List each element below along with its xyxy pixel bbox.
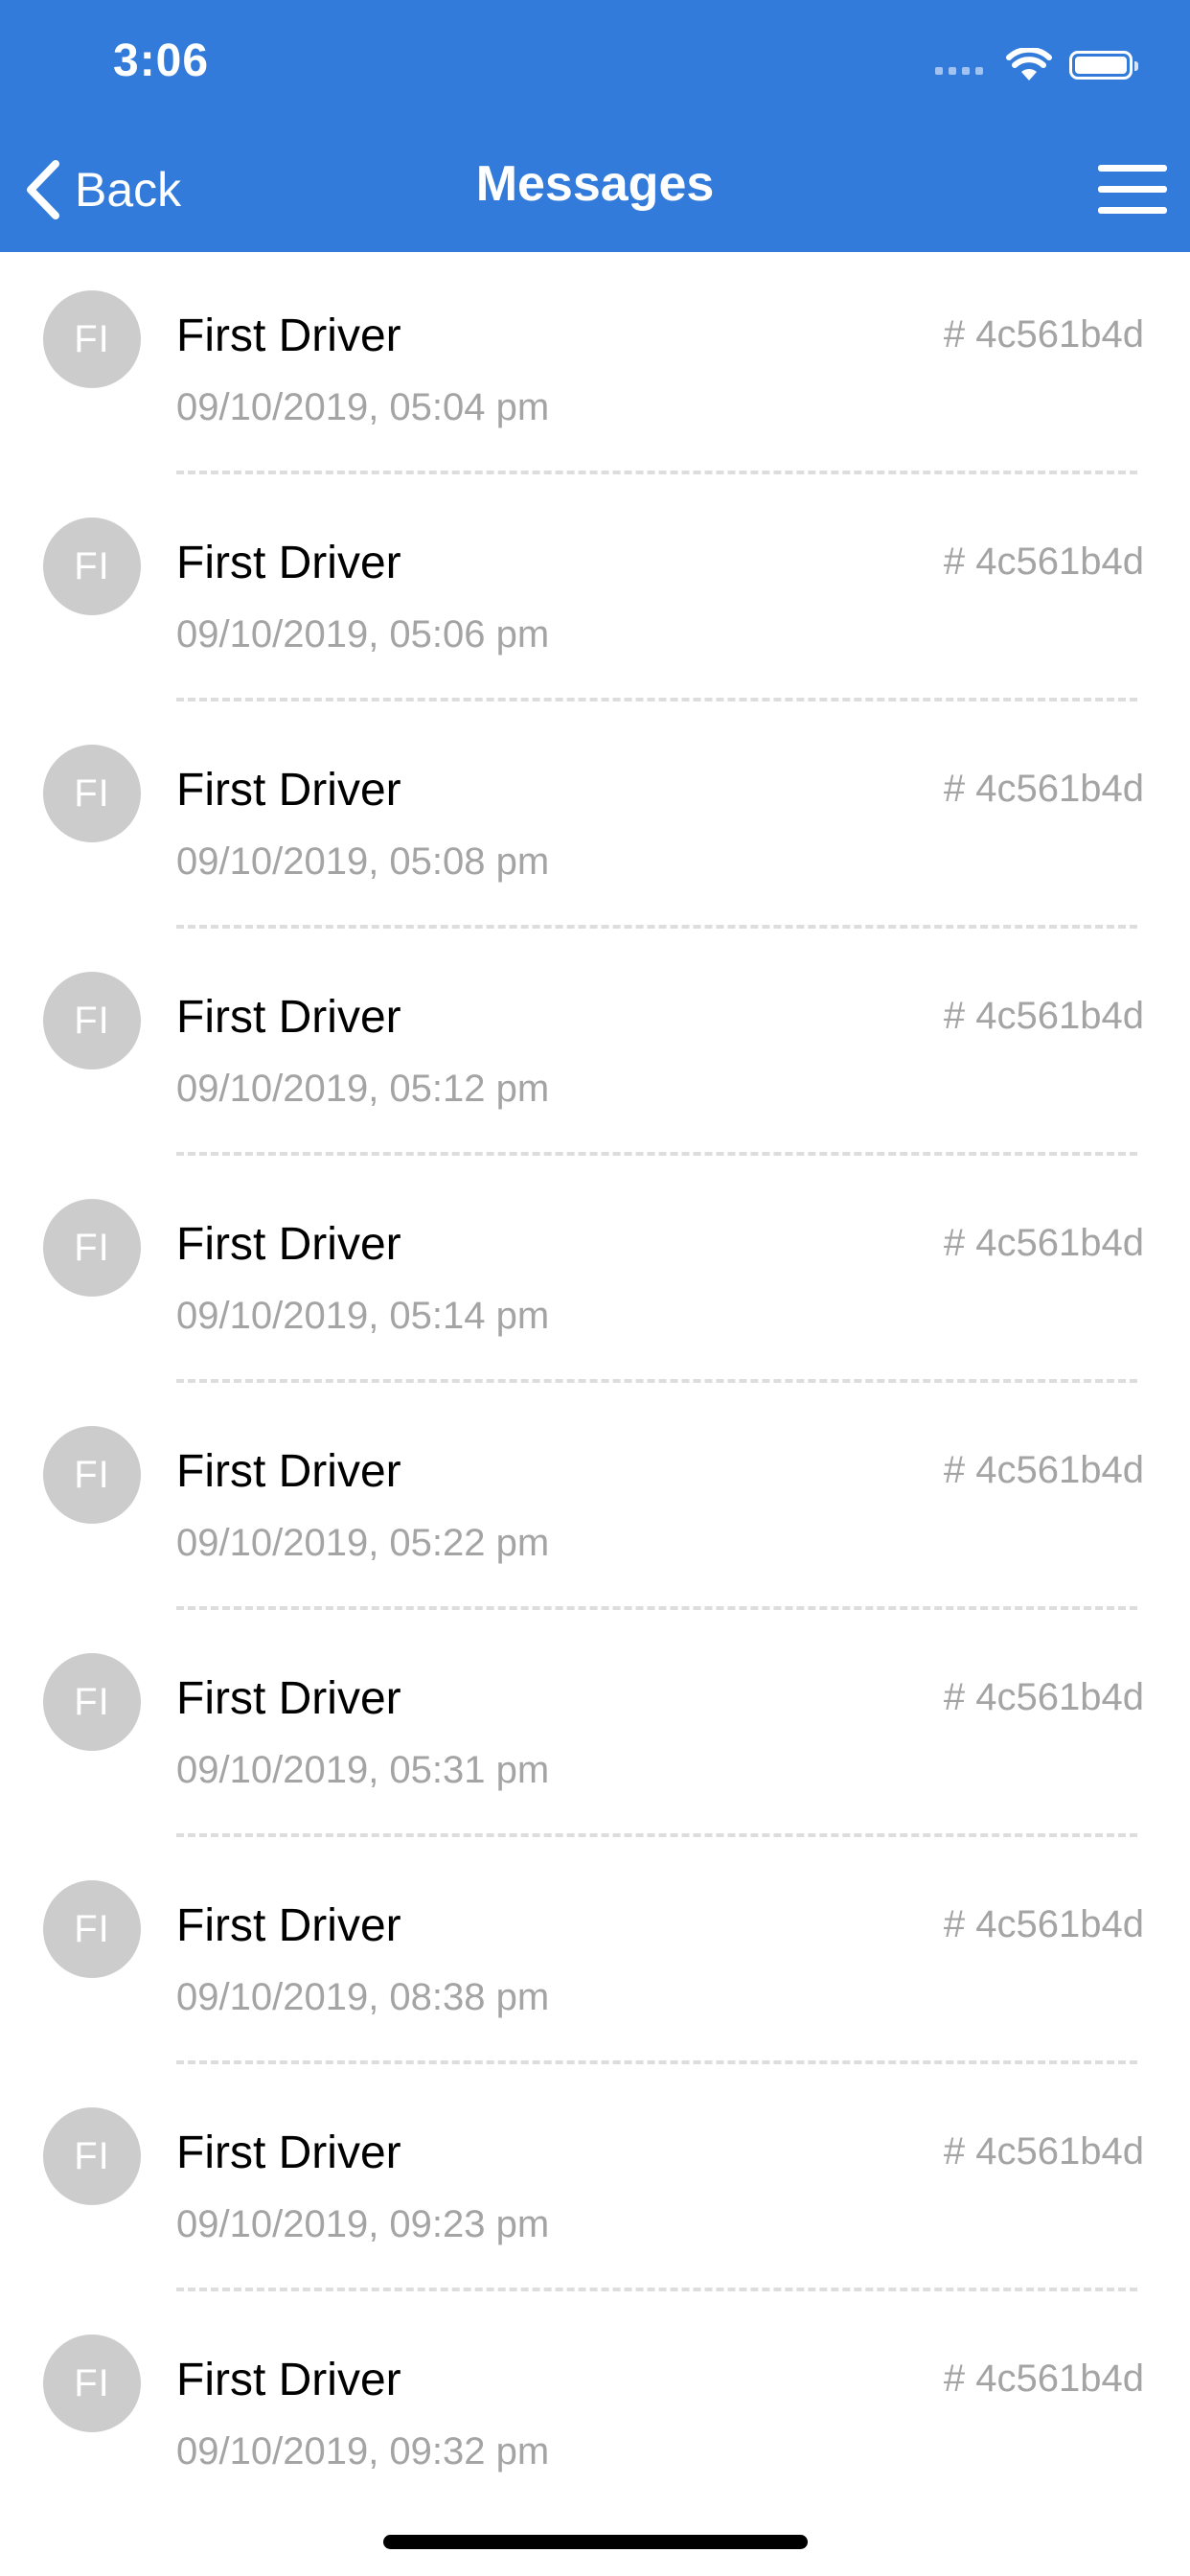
message-code: # 4c561b4d [943, 1676, 1144, 1718]
cellular-signal-icon [935, 56, 983, 75]
status-bar-indicators [935, 46, 1138, 84]
battery-icon [1069, 51, 1138, 80]
message-code: # 4c561b4d [943, 540, 1144, 583]
list-item[interactable]: FI First Driver 09/10/2019, 05:31 pm # 4… [0, 1615, 1190, 1842]
message-timestamp: 09/10/2019, 05:04 pm [176, 386, 550, 428]
sender-name: First Driver [176, 2128, 401, 2178]
page-title: Messages [475, 156, 715, 212]
message-timestamp: 09/10/2019, 08:38 pm [176, 1976, 550, 2018]
avatar: FI [43, 745, 141, 842]
list-item[interactable]: FI First Driver 09/10/2019, 09:23 pm # 4… [0, 2069, 1190, 2296]
avatar: FI [43, 1653, 141, 1751]
divider [176, 925, 1137, 929]
sender-name: First Driver [176, 992, 401, 1043]
sender-name: First Driver [176, 1673, 401, 1724]
message-code: # 4c561b4d [943, 1222, 1144, 1264]
avatar: FI [43, 290, 141, 388]
sender-name: First Driver [176, 1219, 401, 1270]
list-item[interactable]: FI First Driver 09/10/2019, 05:12 pm # 4… [0, 933, 1190, 1161]
message-timestamp: 09/10/2019, 05:12 pm [176, 1068, 550, 1110]
divider [176, 1379, 1137, 1383]
message-code: # 4c561b4d [943, 313, 1144, 356]
avatar: FI [43, 2334, 141, 2432]
list-item[interactable]: FI First Driver 09/10/2019, 05:04 pm # 4… [0, 252, 1190, 479]
message-code: # 4c561b4d [943, 2130, 1144, 2173]
message-code: # 4c561b4d [943, 1903, 1144, 1945]
status-bar-time: 3:06 [113, 35, 210, 86]
hamburger-menu-icon[interactable] [1098, 165, 1167, 215]
divider [176, 1606, 1137, 1610]
top-header: 3:06 Back Messages [0, 0, 1190, 252]
list-item[interactable]: FI First Driver 09/10/2019, 05:08 pm # 4… [0, 706, 1190, 933]
list-item[interactable]: FI First Driver 09/10/2019, 08:38 pm # 4… [0, 1842, 1190, 2069]
list-item[interactable]: FI First Driver 09/10/2019, 09:32 pm # 4… [0, 2296, 1190, 2523]
divider [176, 2060, 1137, 2064]
message-timestamp: 09/10/2019, 09:23 pm [176, 2203, 550, 2245]
message-timestamp: 09/10/2019, 09:32 pm [176, 2430, 550, 2472]
list-item[interactable]: FI First Driver 09/10/2019, 05:22 pm # 4… [0, 1388, 1190, 1615]
divider [176, 1152, 1137, 1156]
divider [176, 471, 1137, 474]
list-item[interactable]: FI First Driver 09/10/2019, 05:14 pm # 4… [0, 1161, 1190, 1388]
avatar: FI [43, 2107, 141, 2205]
avatar: FI [43, 972, 141, 1070]
avatar: FI [43, 1426, 141, 1524]
divider [176, 2288, 1137, 2291]
message-code: # 4c561b4d [943, 2358, 1144, 2400]
avatar: FI [43, 1199, 141, 1297]
sender-name: First Driver [176, 1900, 401, 1951]
message-timestamp: 09/10/2019, 05:06 pm [176, 613, 550, 656]
sender-name: First Driver [176, 765, 401, 816]
divider [176, 698, 1137, 702]
list-item[interactable]: FI First Driver 09/10/2019, 05:06 pm # 4… [0, 479, 1190, 706]
message-code: # 4c561b4d [943, 995, 1144, 1037]
sender-name: First Driver [176, 538, 401, 588]
message-code: # 4c561b4d [943, 1449, 1144, 1491]
avatar: FI [43, 518, 141, 615]
messages-list: FI First Driver 09/10/2019, 05:04 pm # 4… [0, 252, 1190, 2523]
sender-name: First Driver [176, 310, 401, 361]
avatar: FI [43, 1880, 141, 1978]
home-indicator[interactable] [383, 2535, 808, 2549]
divider [176, 1833, 1137, 1837]
message-timestamp: 09/10/2019, 05:08 pm [176, 840, 550, 883]
message-timestamp: 09/10/2019, 05:22 pm [176, 1522, 550, 1564]
sender-name: First Driver [176, 1446, 401, 1497]
message-timestamp: 09/10/2019, 05:14 pm [176, 1295, 550, 1337]
wifi-icon [1006, 48, 1052, 80]
message-timestamp: 09/10/2019, 05:31 pm [176, 1749, 550, 1791]
message-code: # 4c561b4d [943, 768, 1144, 810]
sender-name: First Driver [176, 2355, 401, 2405]
